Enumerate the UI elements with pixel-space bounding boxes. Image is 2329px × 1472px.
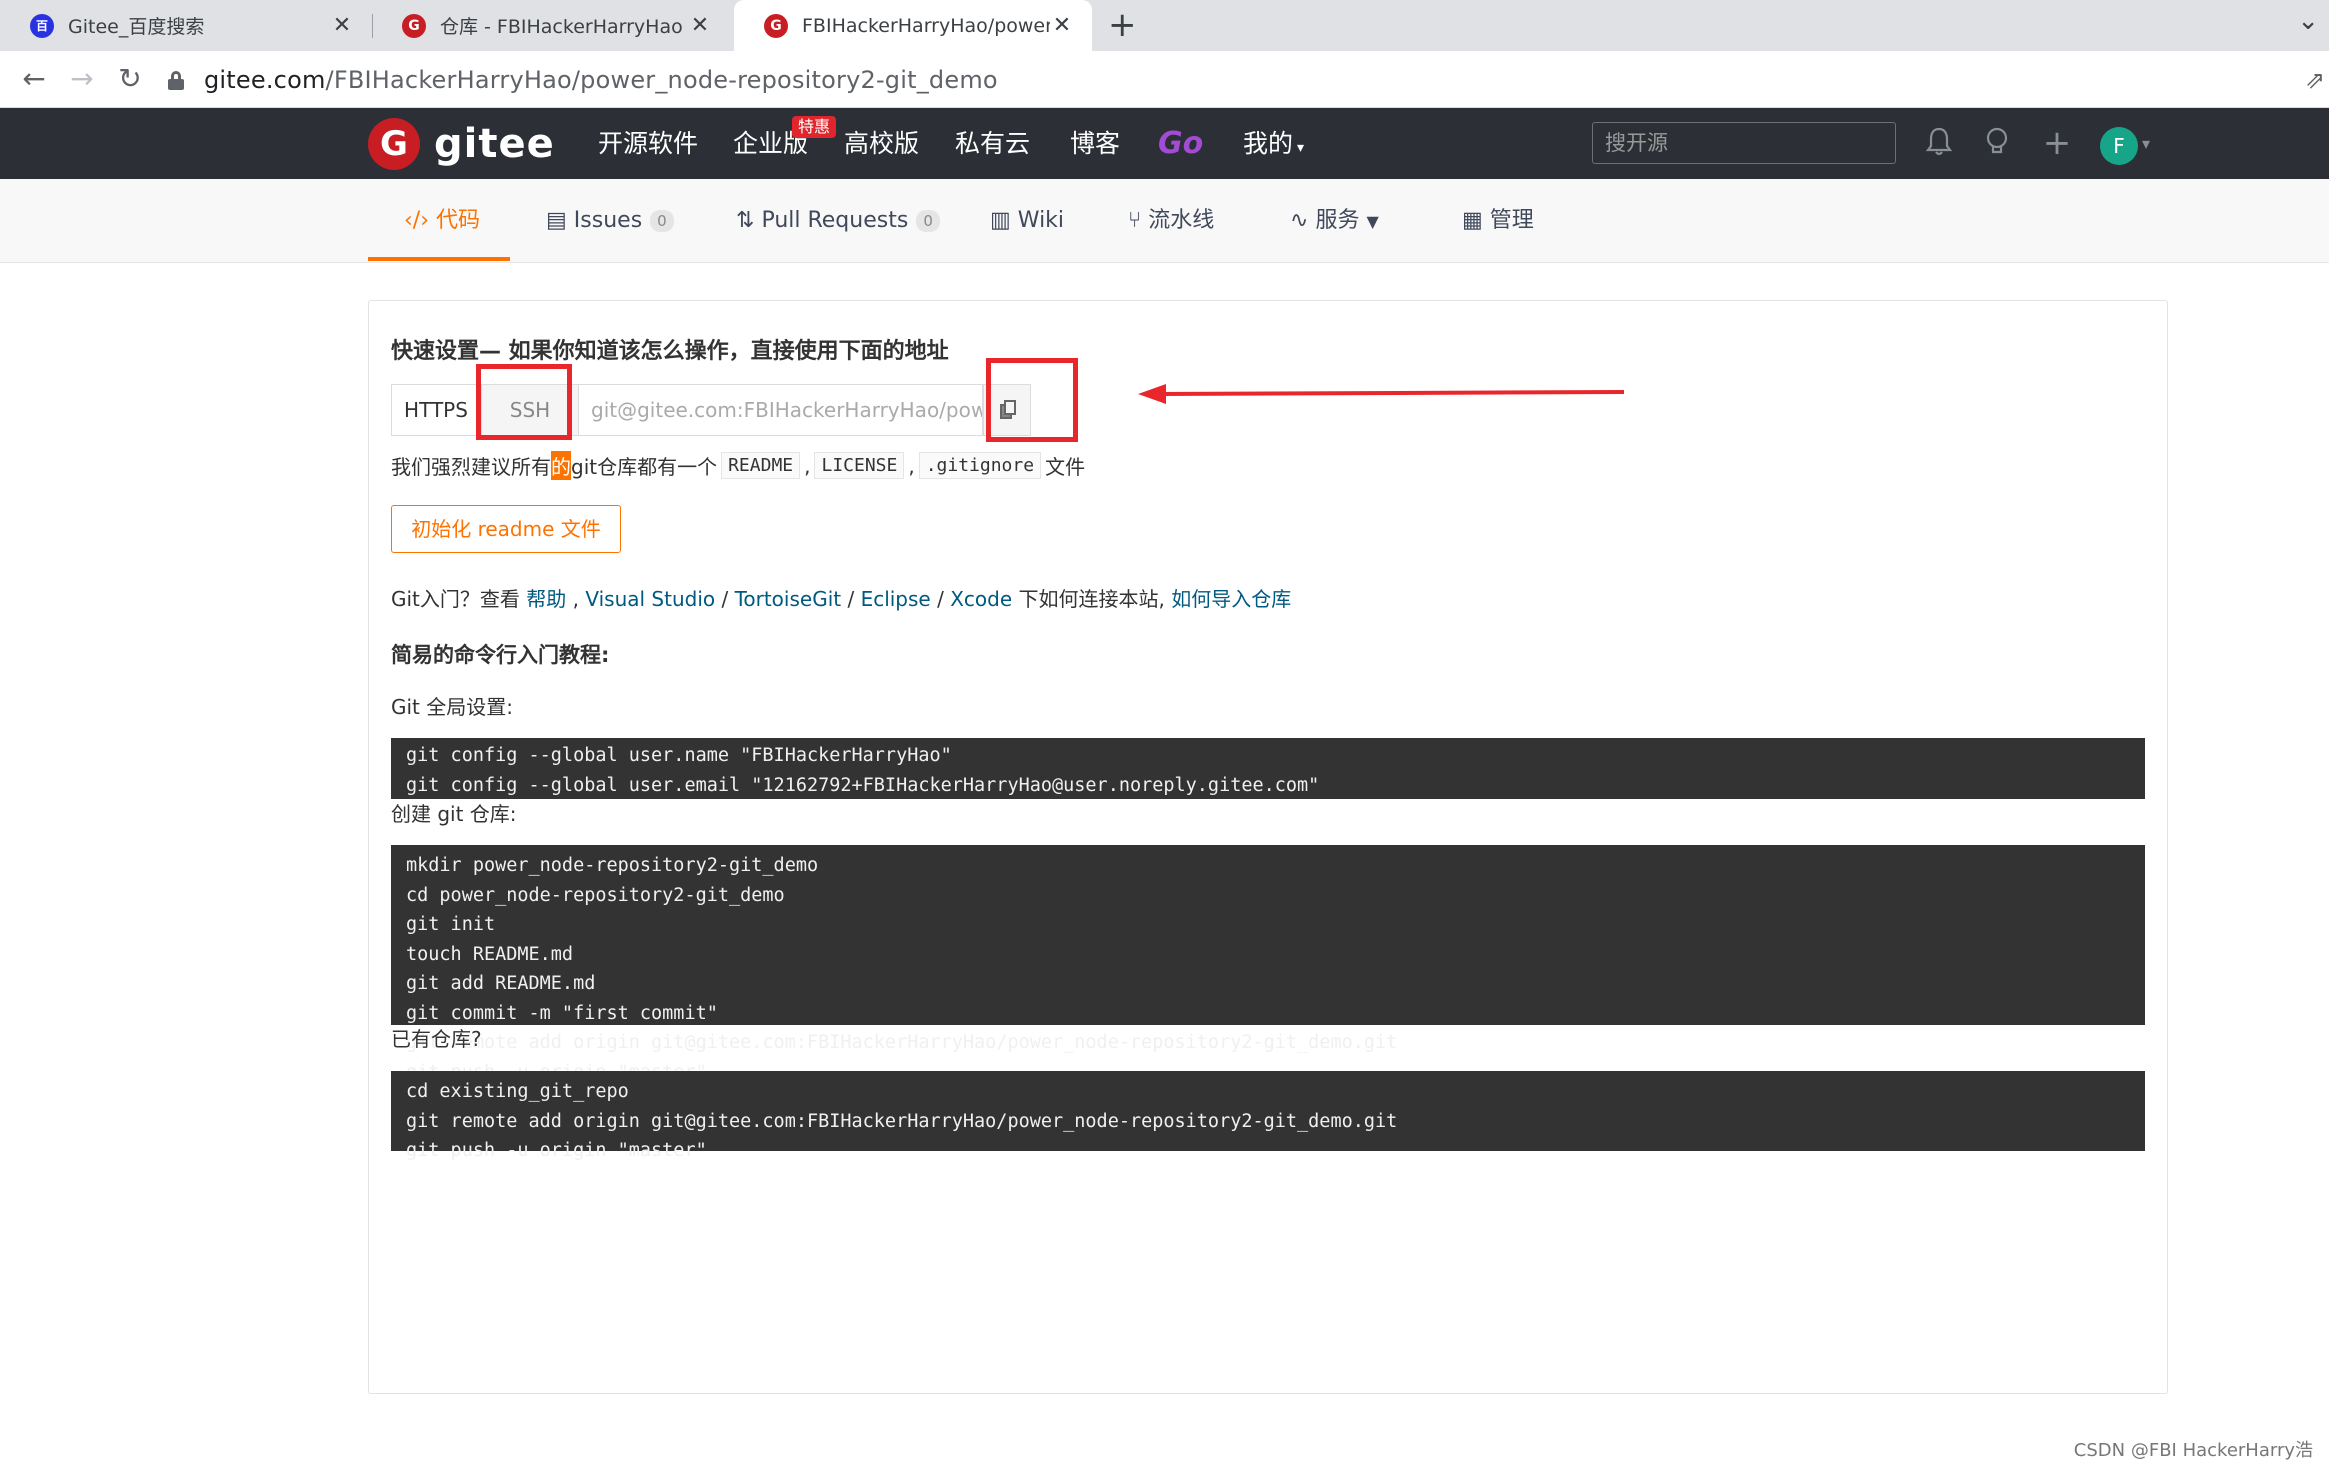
share-icon[interactable]: ⇗ bbox=[2305, 66, 2325, 94]
active-tab-indicator bbox=[368, 257, 510, 261]
existing-repo-code: cd existing_git_repo git remote add orig… bbox=[391, 1071, 2145, 1161]
browser-toolbar: ← → ↻ gitee.com/FBIHackerHarryHao/power_… bbox=[0, 51, 2329, 108]
tab-service[interactable]: ∿ 服务 ▼ bbox=[1290, 179, 1379, 263]
existing-repo-label: 已有仓库? bbox=[391, 1027, 482, 1051]
highlighted-text: 的 bbox=[551, 451, 571, 480]
help-link[interactable]: 帮助 bbox=[526, 587, 566, 611]
tab-wiki[interactable]: ▥ Wiki bbox=[990, 179, 1064, 263]
address-bar[interactable]: gitee.com/FBIHackerHarryHao/power_node-r… bbox=[168, 58, 2278, 101]
tutorial-heading: 简易的命令行入门教程: bbox=[391, 643, 610, 667]
plus-icon[interactable]: + bbox=[2040, 126, 2074, 160]
create-repo-code: mkdir power_node-repository2-git_demo cd… bbox=[391, 845, 2145, 1083]
baidu-paw-icon: 百 bbox=[30, 13, 54, 38]
tab-manage[interactable]: ▦ 管理 bbox=[1462, 179, 1534, 263]
issues-icon: ▤ bbox=[546, 208, 567, 233]
browser-tab-strip: 百 Gitee_百度搜索 ✕ G 仓库 - FBIHackerHarryHao … bbox=[0, 0, 2329, 51]
nav-blog[interactable]: 博客 bbox=[1070, 108, 1120, 179]
eclipse-link[interactable]: Eclipse bbox=[861, 587, 931, 611]
browser-tab-active[interactable]: G FBIHackerHarryHao/power_nc ✕ bbox=[734, 0, 1092, 51]
count-badge: 0 bbox=[916, 210, 940, 232]
gitee-header: G gitee 开源软件 企业版 特惠 高校版 私有云 博客 Go 我的 ▾ 搜开… bbox=[0, 108, 2329, 179]
tab-title: Gitee_百度搜索 bbox=[68, 16, 205, 38]
gitee-logo[interactable]: G gitee bbox=[368, 118, 555, 170]
lock-icon bbox=[168, 70, 184, 90]
annotation-box-copy bbox=[986, 358, 1078, 442]
gitignore-chip: .gitignore bbox=[918, 452, 1042, 479]
xcode-link[interactable]: Xcode bbox=[950, 587, 1012, 611]
init-readme-button[interactable]: 初始化 readme 文件 bbox=[391, 505, 621, 553]
code-icon: ‹/› bbox=[404, 208, 430, 233]
pull-request-icon: ⇅ bbox=[736, 208, 755, 233]
url-text: gitee.com/FBIHackerHarryHao/power_node-r… bbox=[204, 65, 998, 94]
tab-pull-requests[interactable]: ⇅ Pull Requests 0 bbox=[736, 179, 940, 263]
annotation-arrow bbox=[1138, 384, 1625, 404]
nav-education[interactable]: 高校版 bbox=[844, 108, 919, 179]
quick-setup-card: 快速设置— 如果你知道该怎么操作，直接使用下面的地址 HTTPS SSH git… bbox=[368, 300, 2168, 1394]
browser-tab-repos[interactable]: G 仓库 - FBIHackerHarryHao (FB ✕ bbox=[372, 0, 730, 51]
pipeline-icon: ⑂ bbox=[1128, 208, 1142, 233]
license-chip: LICENSE bbox=[814, 452, 905, 479]
readme-chip: README bbox=[721, 452, 801, 479]
caret-down-icon: ▼ bbox=[1366, 212, 1379, 231]
bell-icon[interactable] bbox=[1922, 126, 1956, 160]
count-badge: 0 bbox=[650, 210, 674, 232]
tab-issues[interactable]: ▤ Issues 0 bbox=[546, 179, 674, 263]
tab-code[interactable]: ‹/› 代码 bbox=[404, 179, 480, 263]
promo-badge: 特惠 bbox=[792, 116, 837, 138]
nav-private-cloud[interactable]: 私有云 bbox=[955, 108, 1030, 179]
nav-open-source[interactable]: 开源软件 bbox=[598, 108, 698, 179]
service-icon: ∿ bbox=[1290, 208, 1309, 233]
create-repo-label: 创建 git 仓库: bbox=[391, 802, 517, 826]
new-tab-icon[interactable]: + bbox=[1108, 8, 1137, 42]
quick-setup-title: 快速设置— 如果你知道该怎么操作，直接使用下面的地址 bbox=[391, 339, 949, 364]
chevron-down-icon[interactable]: ⌄ bbox=[2297, 6, 2319, 36]
global-settings-code: git config --global user.name "FBIHacker… bbox=[391, 738, 2145, 799]
manage-icon: ▦ bbox=[1462, 208, 1483, 233]
watermark: CSDN @FBI HackerHarry浩 bbox=[2073, 1440, 2313, 1461]
visual-studio-link[interactable]: Visual Studio bbox=[585, 587, 715, 611]
gitee-logo-icon: G bbox=[368, 118, 420, 170]
forward-arrow-icon[interactable]: → bbox=[64, 61, 100, 97]
tortoisegit-link[interactable]: TortoiseGit bbox=[735, 587, 842, 611]
avatar[interactable]: F bbox=[2100, 127, 2138, 165]
global-settings-label: Git 全局设置: bbox=[391, 695, 513, 719]
import-repo-link[interactable]: 如何导入仓库 bbox=[1171, 587, 1291, 611]
tab-title: FBIHackerHarryHao/power_nc bbox=[802, 14, 1050, 37]
wiki-icon: ▥ bbox=[990, 208, 1011, 233]
close-tab-icon[interactable]: ✕ bbox=[688, 13, 712, 38]
gitee-logo-text: gitee bbox=[434, 121, 555, 167]
repo-tab-bar: ‹/› 代码 ▤ Issues 0 ⇅ Pull Requests 0 ▥ Wiki… bbox=[0, 179, 2329, 263]
https-button[interactable]: HTTPS bbox=[391, 384, 481, 436]
lightbulb-icon[interactable] bbox=[1980, 126, 2014, 160]
gitee-logo-icon: G bbox=[402, 13, 426, 38]
back-arrow-icon[interactable]: ← bbox=[16, 61, 52, 97]
git-intro-links: Git入门？查看 帮助 , Visual Studio / TortoiseGi… bbox=[391, 587, 1292, 611]
close-tab-icon[interactable]: ✕ bbox=[1050, 13, 1074, 38]
caret-down-icon[interactable]: ▾ bbox=[2142, 134, 2150, 153]
nav-mine[interactable]: 我的 ▾ bbox=[1243, 108, 1304, 179]
reload-icon[interactable]: ↻ bbox=[112, 61, 148, 97]
close-tab-icon[interactable]: ✕ bbox=[330, 13, 354, 38]
caret-down-icon: ▾ bbox=[1297, 140, 1305, 156]
browser-tab-baidu[interactable]: 百 Gitee_百度搜索 ✕ bbox=[0, 0, 372, 51]
readme-recommendation: 我们强烈建议所有的 git仓库都有一个 README, LICENSE, .git… bbox=[391, 451, 1085, 480]
annotation-box-ssh bbox=[476, 364, 572, 440]
search-input[interactable]: 搜开源 bbox=[1592, 122, 1896, 164]
tab-title: 仓库 - FBIHackerHarryHao (FB bbox=[440, 16, 688, 38]
gitee-logo-icon: G bbox=[764, 13, 788, 38]
nav-go[interactable]: Go bbox=[1158, 108, 1203, 179]
clone-url-field[interactable]: git@gitee.com:FBIHackerHarryHao/power_ bbox=[579, 384, 983, 436]
tab-pipeline[interactable]: ⑂ 流水线 bbox=[1128, 179, 1214, 263]
